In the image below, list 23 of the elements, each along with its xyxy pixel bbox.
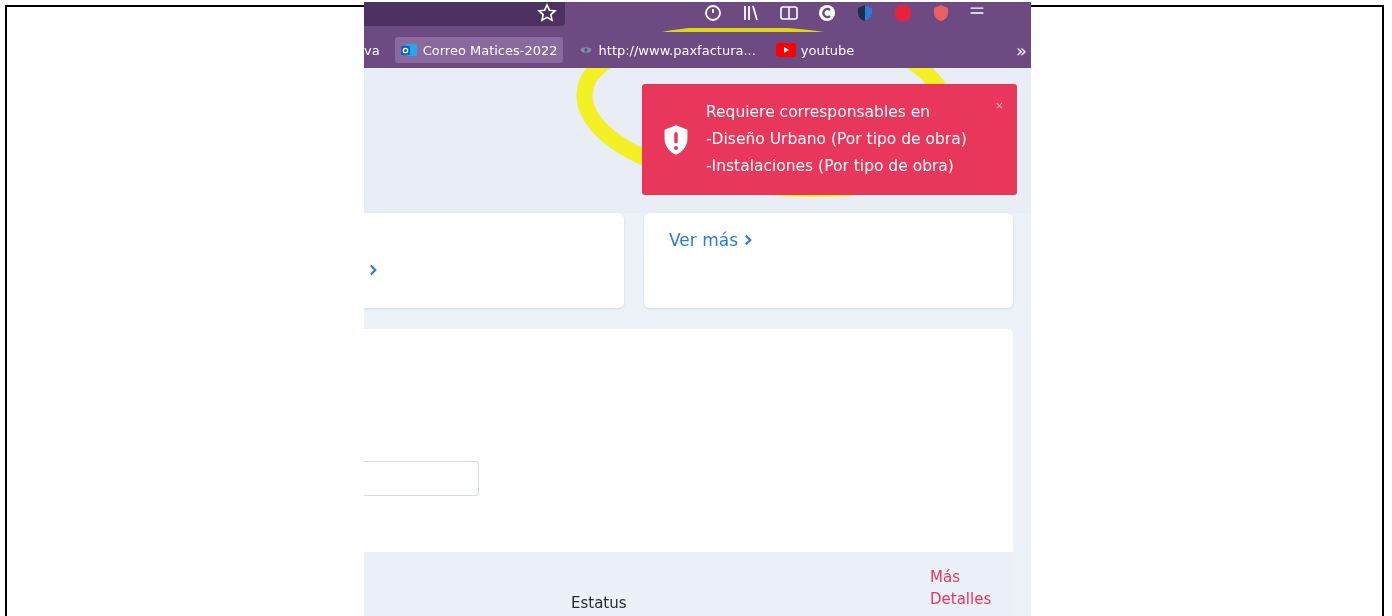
bookmark-item[interactable]: http://www.paxfactura... (572, 38, 761, 62)
star-icon[interactable] (537, 3, 557, 23)
toast-message: -Instalaciones (Por tipo de obra) (706, 156, 955, 177)
shield-icon[interactable] (855, 3, 875, 23)
bookmark-item[interactable]: va (364, 38, 385, 62)
chevron-right-icon[interactable] (369, 264, 378, 276)
input-field[interactable] (364, 461, 479, 496)
toast-message: Requiere corresponsables en (706, 102, 932, 123)
bookmark-item[interactable]: youtube (770, 38, 860, 62)
more-bookmarks-chevron[interactable]: » (1016, 39, 1027, 61)
mail-app-icon (399, 41, 418, 59)
see-more-link[interactable]: Ver más (669, 230, 753, 250)
bookmark-item[interactable]: Correo Matices-2022 (394, 37, 563, 63)
extension-icon[interactable] (817, 3, 837, 23)
clock-icon[interactable] (703, 3, 723, 23)
warning-shield-icon (662, 123, 690, 156)
column-header: Estatus (571, 594, 627, 612)
chevron-right-icon (744, 234, 753, 246)
toast-message: -Diseño Urbano (Por tipo de obra) (706, 129, 967, 150)
column-header: Más Detalles (930, 567, 993, 610)
library-icon[interactable] (741, 3, 761, 23)
reader-icon[interactable] (779, 3, 799, 23)
play-icon (775, 43, 796, 57)
